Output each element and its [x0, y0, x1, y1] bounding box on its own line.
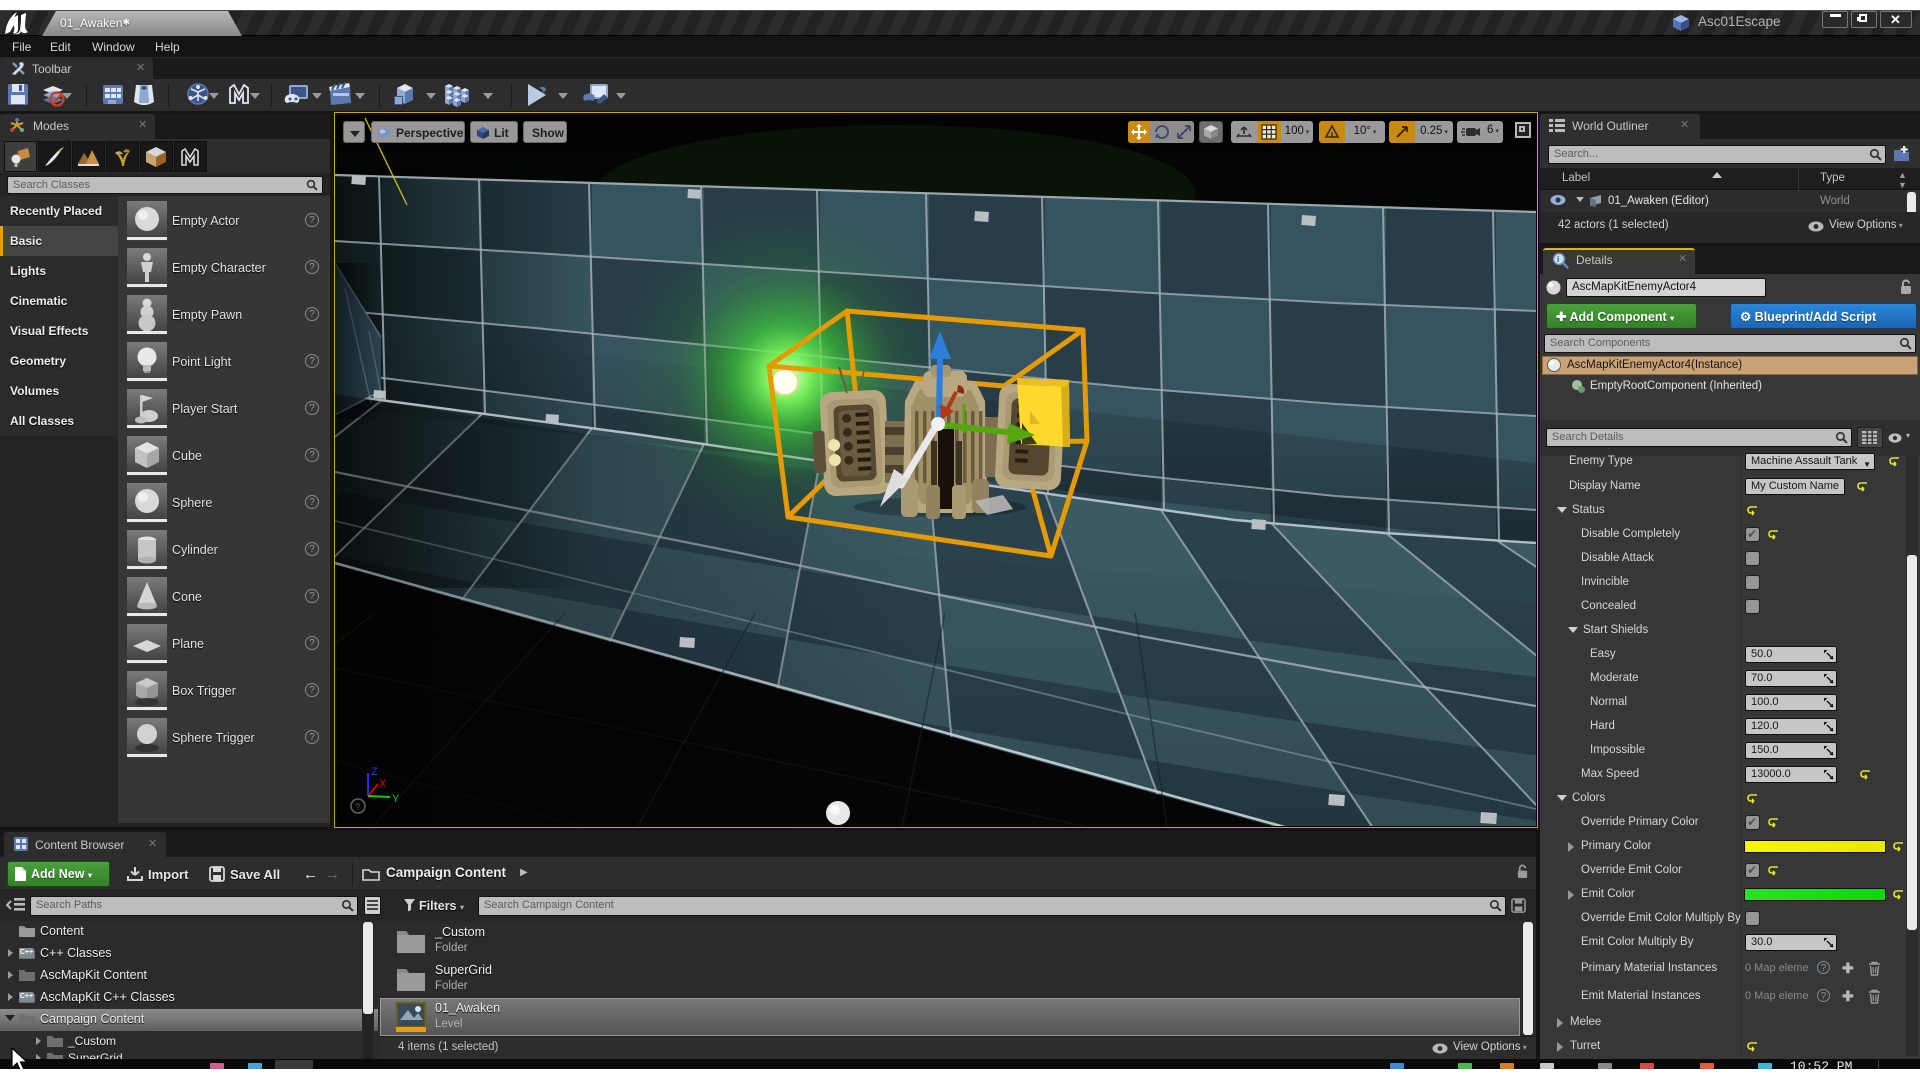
svg-text:i: i — [1557, 255, 1559, 264]
svg-text:X: X — [379, 778, 387, 790]
svg-text:?: ? — [355, 802, 360, 812]
svg-text:Y: Y — [392, 793, 400, 805]
svg-text:Z: Z — [371, 766, 378, 778]
